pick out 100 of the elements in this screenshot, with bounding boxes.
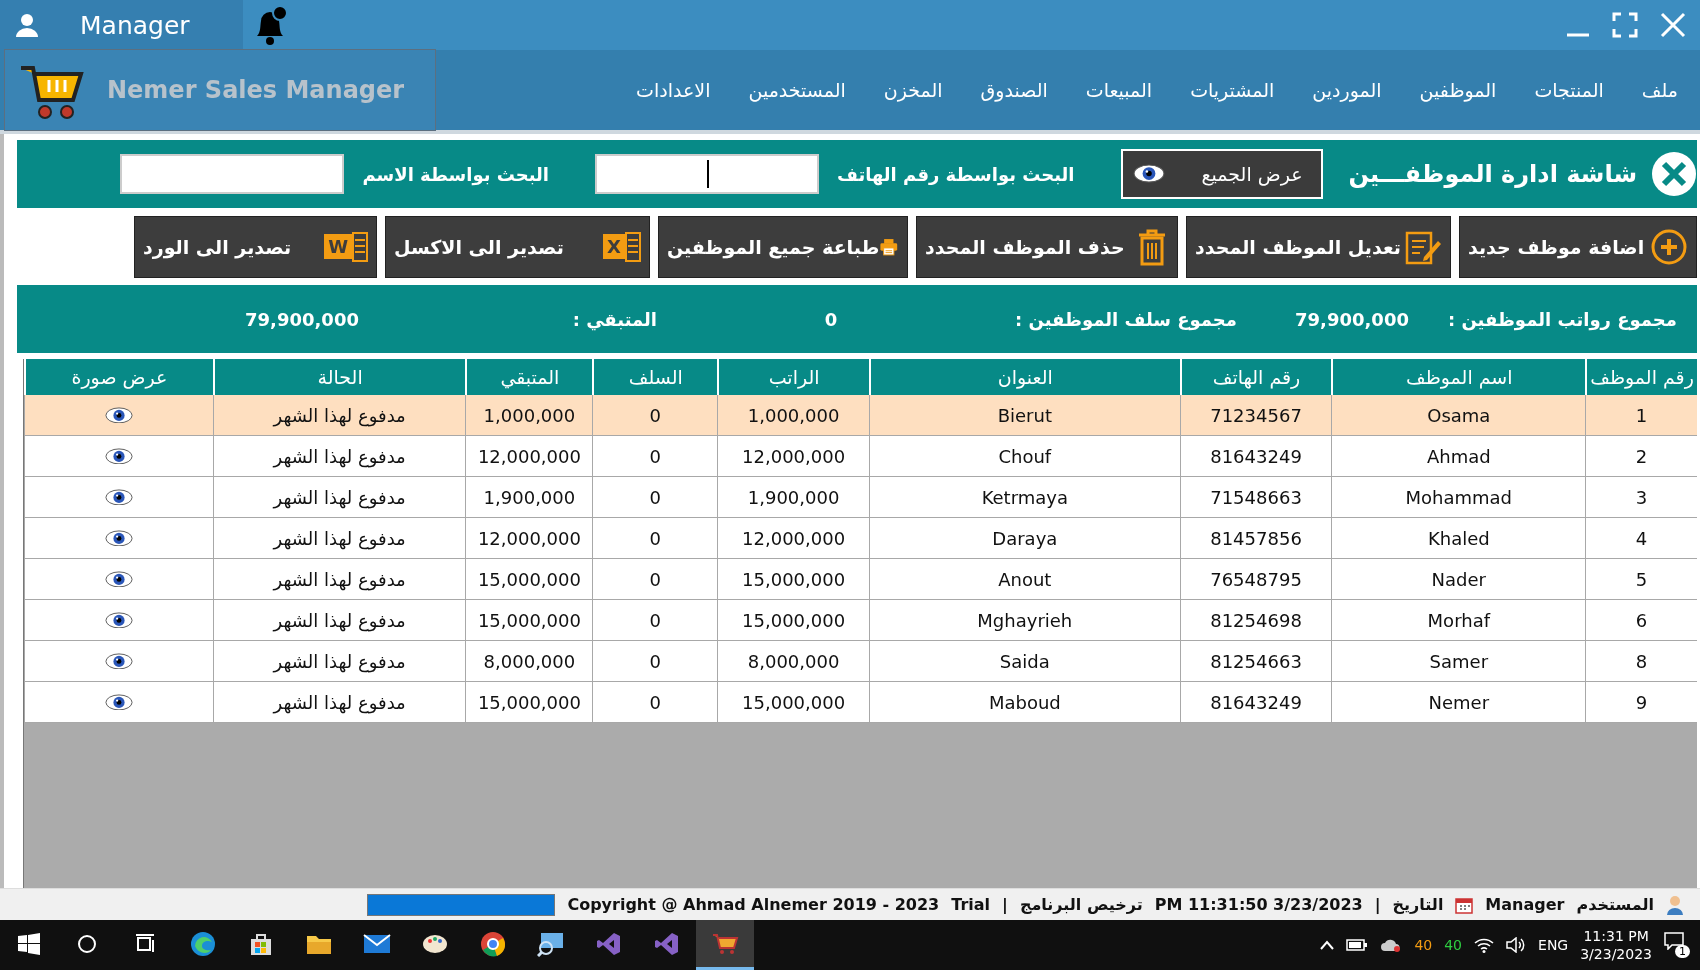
column-header[interactable]: اسم الموظف xyxy=(1331,359,1586,395)
table-cell: 15,000,000 xyxy=(717,559,869,600)
table-cell: 15,000,000 xyxy=(465,600,593,641)
table-cell: 8 xyxy=(1585,641,1697,682)
cart-icon[interactable] xyxy=(711,931,739,956)
column-header[interactable]: رقم الموظف xyxy=(1585,359,1697,395)
table-cell: 0 xyxy=(592,600,718,641)
close-icon[interactable] xyxy=(1651,151,1697,197)
table-cell: Mohammad xyxy=(1331,477,1586,518)
clock-time[interactable]: 11:31 PM xyxy=(1583,928,1649,944)
toolbar-button[interactable]: تعديل الموظف المحدد xyxy=(1186,215,1451,278)
total-label: مجموع رواتب الموظفين : xyxy=(1447,308,1678,330)
menu-item[interactable]: الصندوق xyxy=(980,79,1048,101)
eye-icon xyxy=(104,693,133,711)
table-cell: 81254698 xyxy=(1179,600,1332,641)
total-label: المتبقي : xyxy=(571,308,658,330)
table-cell: 5 xyxy=(1585,559,1697,600)
toolbar-button[interactable]: طباعة جميع الموظفين xyxy=(658,215,908,278)
column-header[interactable]: السلف xyxy=(592,359,718,395)
maximize-icon[interactable] xyxy=(1612,12,1638,38)
gpu-temperature[interactable]: 40 xyxy=(1414,937,1433,953)
wifi-icon[interactable] xyxy=(1474,937,1495,953)
date-label: التاريخ xyxy=(1392,895,1444,914)
menu-item[interactable]: المشتريات xyxy=(1190,79,1275,101)
monitor-icon[interactable] xyxy=(537,930,565,957)
table-cell: Chouf xyxy=(869,436,1180,477)
infinity-icon[interactable] xyxy=(654,930,680,957)
eye-icon xyxy=(104,611,133,629)
toolbar-button[interactable]: حذف الموظف المحدد xyxy=(916,215,1178,278)
table-cell: 0 xyxy=(592,436,718,477)
search-field[interactable] xyxy=(120,154,345,194)
table-cell: 1 xyxy=(1585,395,1697,436)
show-all-button[interactable]: عرض الجميع xyxy=(1120,149,1323,199)
toolbar-button[interactable]: اضافة موظف جديد xyxy=(1459,215,1697,278)
user-name: Manager xyxy=(80,10,190,40)
table-cell: 0 xyxy=(592,559,718,600)
windows-icon[interactable] xyxy=(18,932,40,955)
table-cell: 15,000,000 xyxy=(465,559,593,600)
cpu-temperature[interactable]: 40 xyxy=(1444,937,1463,953)
language-indicator[interactable]: ENG xyxy=(1538,937,1569,953)
menu-item[interactable]: المبيعات xyxy=(1085,79,1153,101)
search-label: البحث بواسطة الاسم xyxy=(362,163,549,185)
speaker-icon[interactable] xyxy=(1506,937,1527,953)
table-cell: 1,000,000 xyxy=(717,395,869,436)
search-field[interactable] xyxy=(595,154,819,194)
total-value: 79,900,000 xyxy=(1294,308,1410,330)
column-header[interactable]: الراتب xyxy=(717,359,869,395)
separator: | xyxy=(1374,895,1381,914)
menu-item[interactable]: المنتجات xyxy=(1534,79,1604,101)
menu-item[interactable]: الاعدادات xyxy=(636,79,711,101)
user-icon[interactable] xyxy=(14,12,40,38)
eye-icon xyxy=(104,488,133,506)
table-cell: مدفوع لهذا الشهر xyxy=(212,436,466,477)
table-cell: مدفوع لهذا الشهر xyxy=(212,641,466,682)
table-cell: مدفوع لهذا الشهر xyxy=(212,600,466,641)
column-header[interactable]: الحالة xyxy=(212,359,466,395)
menu-item[interactable]: المخزن xyxy=(883,79,943,101)
license-label: ترخيص البرنامج xyxy=(1019,895,1143,914)
license-type: Trial xyxy=(951,895,991,914)
table-cell: Anout xyxy=(869,559,1180,600)
column-header[interactable]: العنوان xyxy=(869,359,1180,395)
menu-item[interactable]: المستخدمين xyxy=(748,79,846,101)
infinity-icon[interactable] xyxy=(596,930,622,957)
table-cell: Nader xyxy=(1331,559,1586,600)
caret-icon[interactable] xyxy=(1320,940,1335,950)
table-cell: 1,900,000 xyxy=(717,477,869,518)
search-icon[interactable] xyxy=(76,932,98,955)
mail-icon[interactable] xyxy=(363,932,391,955)
table-cell: 15,000,000 xyxy=(717,682,869,723)
clock-date[interactable]: 3/23/2023 xyxy=(1580,946,1652,962)
table-cell: 12,000,000 xyxy=(465,518,593,559)
battery-icon[interactable] xyxy=(1346,938,1369,952)
menu-item[interactable]: ملف xyxy=(1641,79,1678,101)
table-cell: 2 xyxy=(1585,436,1697,477)
user-icon xyxy=(1666,894,1684,915)
column-header[interactable]: المتبقي xyxy=(465,359,593,395)
date-time: PM 11:31:50 3/23/2023 xyxy=(1154,895,1363,914)
table-cell: 3 xyxy=(1585,477,1697,518)
table-cell: 6 xyxy=(1585,600,1697,641)
table-cell: مدفوع لهذا الشهر xyxy=(212,559,466,600)
column-header[interactable]: عرض صورة xyxy=(24,359,213,395)
table-cell: 0 xyxy=(592,518,718,559)
menu-item[interactable]: الموظفين xyxy=(1419,79,1497,101)
close-icon[interactable] xyxy=(1660,12,1686,38)
table-cell: 81643249 xyxy=(1179,436,1332,477)
table-cell: Ketrmaya xyxy=(869,477,1180,518)
total-value: 0 xyxy=(823,308,839,330)
cloud-icon[interactable] xyxy=(1380,937,1403,953)
task-view-icon[interactable] xyxy=(134,932,156,955)
search-label: البحث بواسطة رقم الهاتف xyxy=(837,163,1075,185)
table-cell: Ahmad xyxy=(1331,436,1586,477)
total-label: مجموع سلف الموظفين : xyxy=(1014,308,1238,330)
browser-icon[interactable] xyxy=(479,929,507,958)
menu-item[interactable]: الموردين xyxy=(1312,79,1382,101)
edge-icon[interactable] xyxy=(189,929,217,958)
table-cell: Mghayrieh xyxy=(869,600,1180,641)
table-cell: Maboud xyxy=(869,682,1180,723)
eye-icon xyxy=(104,529,133,547)
column-header[interactable]: رقم الهاتف xyxy=(1179,359,1332,395)
table-cell: مدفوع لهذا الشهر xyxy=(212,518,466,559)
